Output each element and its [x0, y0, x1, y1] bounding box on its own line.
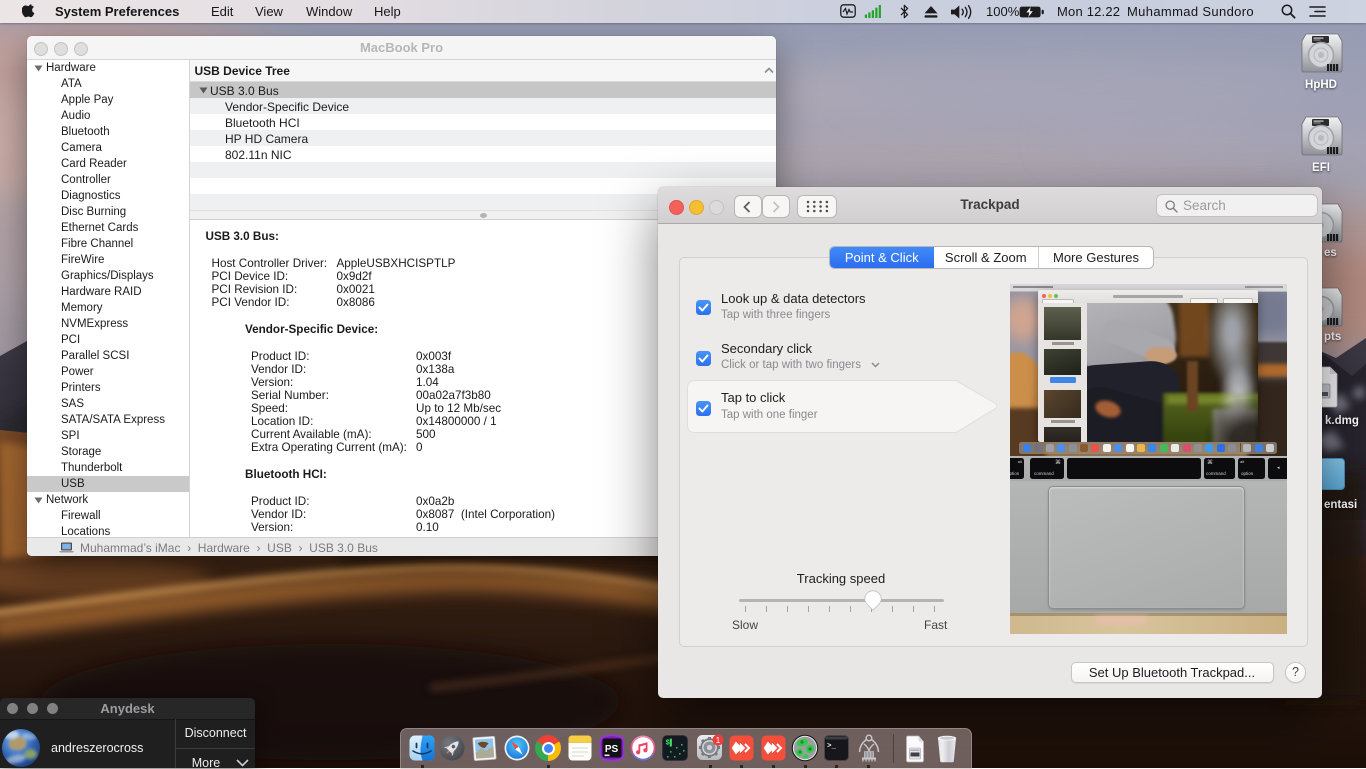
- svg-text:>_: >_: [827, 743, 837, 751]
- svg-text:PS: PS: [605, 744, 619, 755]
- svg-text:1: 1: [716, 736, 721, 745]
- svg-text:$▌: $▌: [666, 739, 674, 748]
